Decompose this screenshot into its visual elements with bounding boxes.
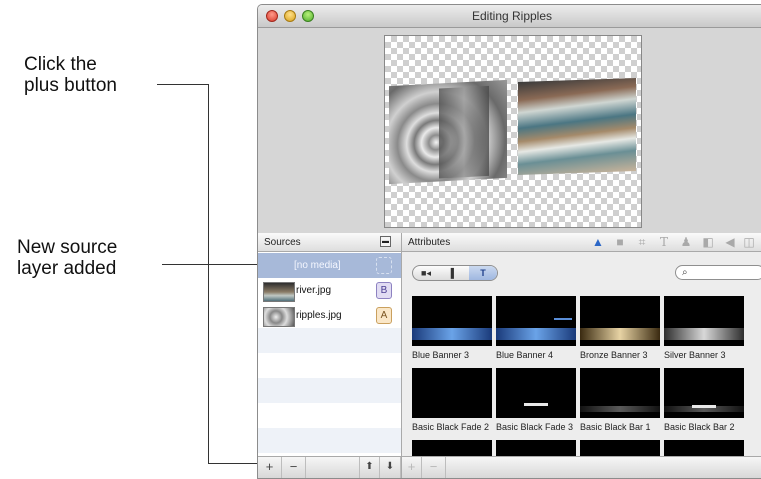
empty-badge-icon — [376, 257, 392, 274]
callout-layer-line2: layer added — [17, 258, 117, 279]
template-tile[interactable]: Bronze Banner 3 — [580, 296, 660, 360]
sources-title: Sources — [264, 237, 301, 248]
attributes-toolbar-bottom: + − — [402, 456, 761, 478]
template-thumbnail — [580, 296, 660, 346]
video-icon[interactable]: ■◂ — [413, 266, 439, 280]
callout-plus-line2: plus button — [24, 75, 117, 96]
template-tile[interactable]: Blue Banner 4 — [496, 296, 576, 360]
template-tile[interactable]: Basic Black Bar 2 — [664, 368, 744, 432]
more-icon[interactable]: ◫ — [742, 235, 756, 249]
attributes-title: Attributes — [408, 237, 451, 248]
remove-attribute-button[interactable]: − — [422, 457, 446, 478]
add-attribute-button[interactable]: + — [402, 457, 422, 478]
empty-row — [258, 428, 401, 453]
template-tile[interactable]: Blue Banner 3 — [412, 296, 492, 360]
attributes-header: Attributes ▲ ■ ⌗ T ♟ ◧ ◀ ◫ — [402, 233, 761, 252]
source-item-label: river.jpg — [296, 285, 332, 296]
template-label: Bronze Banner 3 — [580, 350, 648, 360]
empty-row — [258, 353, 401, 378]
template-tile[interactable]: Silver Banner 3 — [664, 296, 744, 360]
move-down-button[interactable]: ⬇ — [380, 457, 401, 478]
template-label: Silver Banner 3 — [664, 350, 726, 360]
empty-row — [258, 403, 401, 428]
template-thumbnail — [412, 296, 492, 346]
audio-icon[interactable]: ◀ — [723, 235, 737, 249]
river-photo-layer[interactable] — [518, 77, 636, 176]
editor-window: Editing Ripples Sources ▬ [no media] riv… — [257, 4, 761, 479]
source-item-ripples[interactable]: ripples.jpg A — [258, 303, 401, 328]
search-field[interactable]: ⌕ — [675, 265, 761, 280]
callout-plus-button: Click the plus button — [24, 54, 117, 96]
preview-canvas[interactable] — [384, 35, 642, 228]
source-item-label: ripples.jpg — [296, 310, 342, 321]
canvas-area — [258, 28, 761, 233]
template-tile[interactable]: Basic Black Bar 1 — [580, 368, 660, 432]
ripples-thumbnail — [263, 307, 295, 327]
template-label: Blue Banner 3 — [412, 350, 470, 360]
callout-layer-line1: New source — [17, 237, 118, 258]
split-icon[interactable]: ◧ — [701, 235, 715, 249]
media-type-selector: ■◂ ▌ T — [412, 265, 498, 281]
empty-row — [258, 378, 401, 403]
sources-list: [no media] river.jpg B ripples.jpg A — [258, 253, 401, 456]
layer-options-icon[interactable]: ▬ — [380, 236, 391, 247]
text-icon[interactable]: T — [657, 235, 671, 249]
template-label: Basic Black Fade 3 — [496, 422, 574, 432]
template-label: Basic Black Bar 2 — [664, 422, 735, 432]
text-icon[interactable]: T — [469, 266, 497, 280]
ripples-photo-layer[interactable] — [389, 79, 507, 185]
search-icon: ⌕ — [682, 267, 688, 278]
template-tile[interactable]: Basic Black Fade 2 — [412, 368, 492, 432]
template-label: Blue Banner 4 — [496, 350, 554, 360]
callout-plus-line1: Click the — [24, 54, 97, 75]
bottom-panel: Sources ▬ [no media] river.jpg B ripples… — [258, 233, 761, 478]
move-up-button[interactable]: ⬆ — [360, 457, 380, 478]
callout-leader-horizontal-top — [157, 84, 209, 85]
remove-source-button[interactable]: − — [282, 457, 306, 478]
attributes-toolbar: ▲ ■ ⌗ T ♟ ◧ ◀ ◫ — [566, 235, 761, 250]
template-thumbnail — [664, 296, 744, 346]
crop-icon[interactable]: ⌗ — [635, 235, 649, 249]
attributes-pane: Attributes ▲ ■ ⌗ T ♟ ◧ ◀ ◫ ■◂ ▌ T ⌕ Blue… — [402, 233, 761, 478]
layer-badge-b: B — [376, 282, 392, 299]
template-thumbnail — [664, 368, 744, 418]
source-item-no-media[interactable]: [no media] — [258, 253, 401, 278]
template-thumbnail — [496, 296, 576, 346]
river-thumbnail — [263, 282, 295, 302]
callout-layer-added: New source layer added — [17, 237, 117, 279]
template-tile[interactable]: Basic Black Fade 3 — [496, 368, 576, 432]
speech-icon[interactable]: ■ — [613, 235, 627, 249]
objects-icon[interactable]: ▲ — [591, 235, 605, 249]
sources-toolbar: + − ⬆ ⬇ — [258, 456, 401, 478]
template-thumbnail — [496, 368, 576, 418]
template-thumbnail — [412, 368, 492, 418]
toolbar-spacer — [306, 457, 360, 478]
layer-badge-a: A — [376, 307, 392, 324]
source-item-label: [no media] — [294, 260, 341, 271]
empty-row — [258, 328, 401, 353]
window-title: Editing Ripples — [471, 9, 553, 23]
template-label: Basic Black Fade 2 — [412, 422, 490, 432]
callout-leader-layer — [162, 264, 262, 265]
sources-header: Sources ▬ — [258, 233, 401, 252]
add-source-button[interactable]: + — [258, 457, 282, 478]
title-bar: Editing Ripples — [258, 5, 761, 28]
document-icon[interactable]: ▌ — [441, 266, 467, 280]
source-item-river[interactable]: river.jpg B — [258, 278, 401, 303]
template-label: Basic Black Bar 1 — [580, 422, 651, 432]
person-icon[interactable]: ♟ — [679, 235, 693, 249]
callout-leader-horizontal-bottom — [208, 463, 264, 464]
sources-pane: Sources ▬ [no media] river.jpg B ripples… — [258, 233, 402, 478]
template-thumbnail — [580, 368, 660, 418]
callout-leader-vertical — [208, 84, 209, 464]
